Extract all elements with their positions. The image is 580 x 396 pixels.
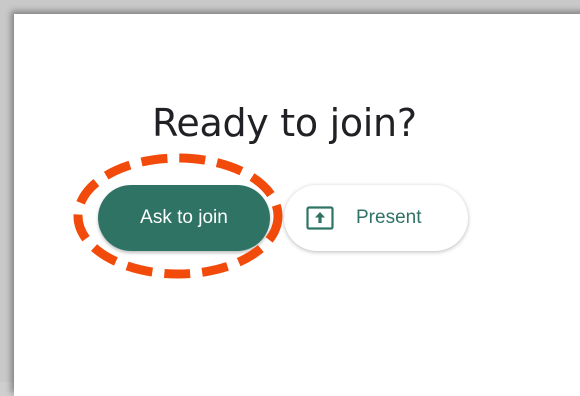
page-title: Ready to join? [152, 101, 417, 145]
screenshot-frame: Ready to join? Ask to join Present [0, 0, 580, 396]
present-screen-icon [306, 206, 334, 230]
present-label: Present [356, 207, 422, 228]
ask-to-join-button[interactable]: Ask to join [98, 185, 270, 251]
ask-to-join-label: Ask to join [140, 207, 228, 228]
present-button[interactable]: Present [284, 185, 468, 251]
